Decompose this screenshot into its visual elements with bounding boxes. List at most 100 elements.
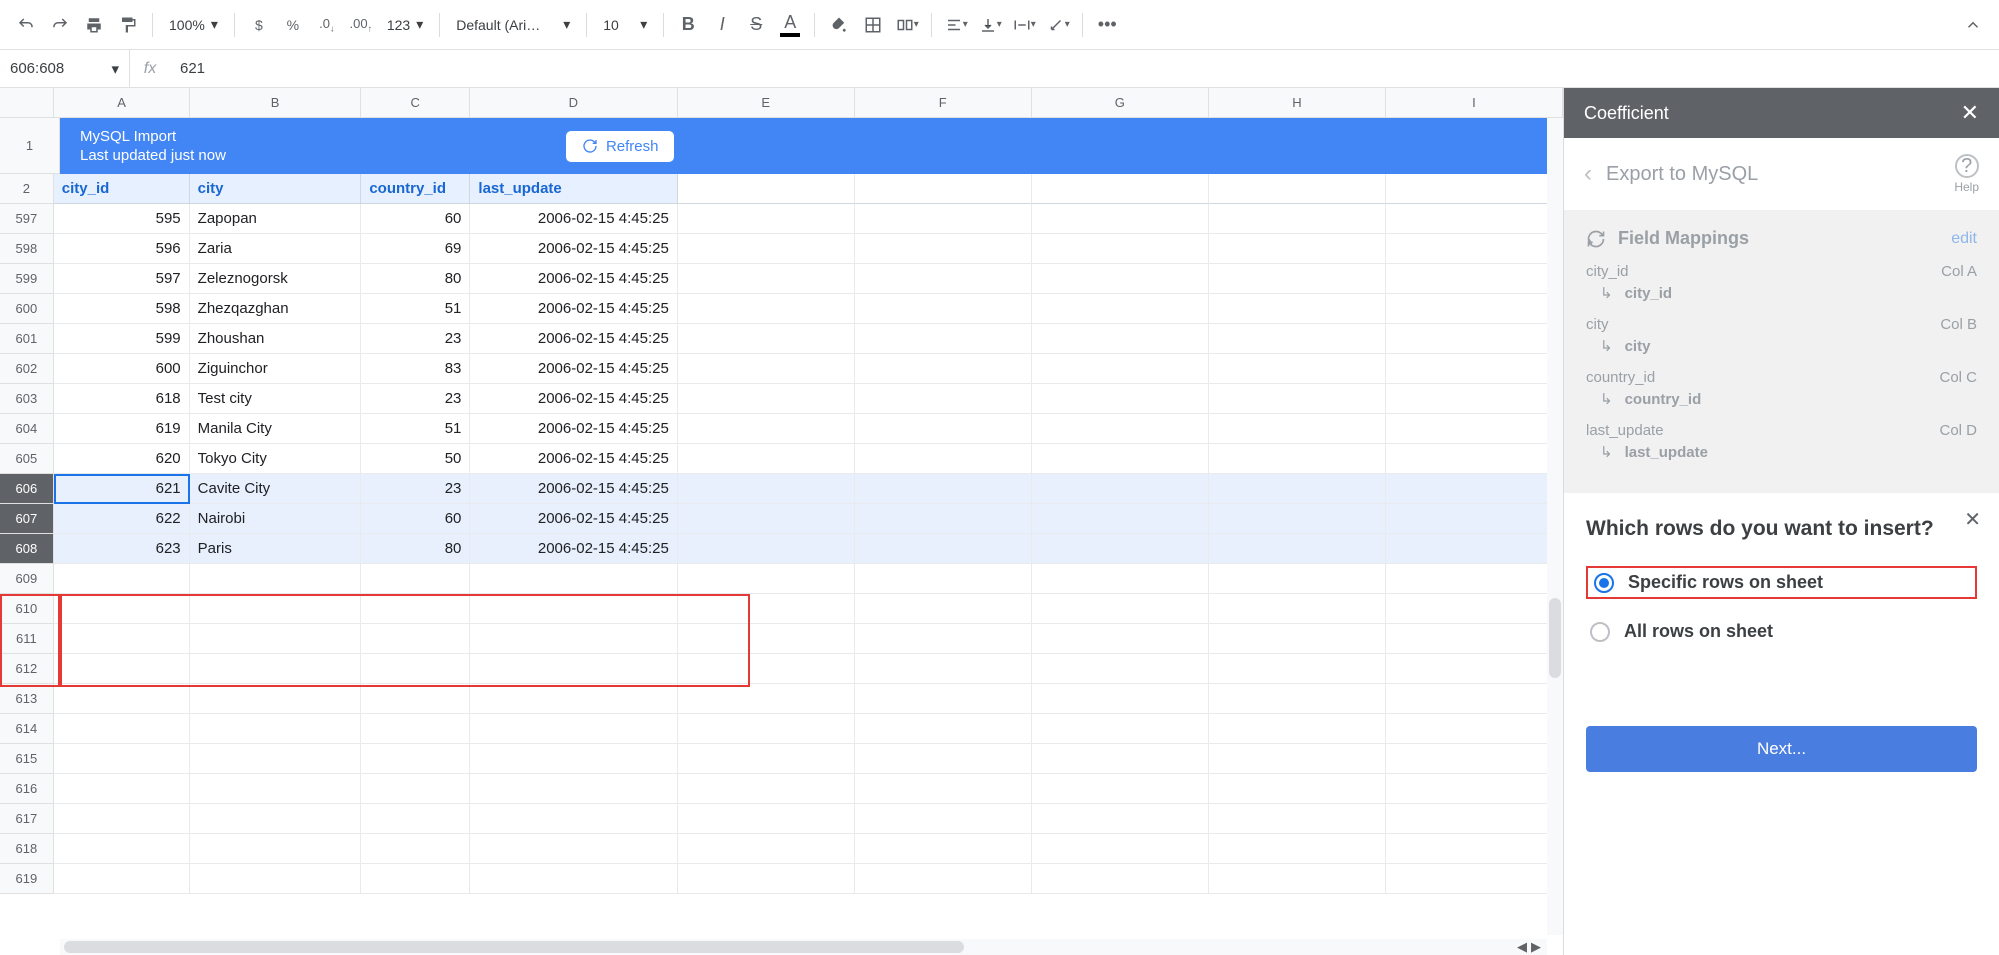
cell[interactable]	[1386, 804, 1563, 834]
cell[interactable]: 2006-02-15 4:45:25	[470, 264, 677, 294]
select-all-corner[interactable]	[0, 88, 54, 117]
cell[interactable]	[1209, 834, 1386, 864]
cell[interactable]	[361, 774, 470, 804]
cell[interactable]: 2006-02-15 4:45:25	[470, 384, 677, 414]
percent-button[interactable]: %	[277, 9, 309, 41]
italic-button[interactable]: I	[706, 9, 738, 41]
cell[interactable]	[470, 594, 677, 624]
decrease-decimal-button[interactable]: .0↓	[311, 9, 343, 41]
cell[interactable]	[54, 594, 190, 624]
scrollbar-horizontal[interactable]: ◀▶	[60, 939, 1547, 955]
cell[interactable]	[54, 624, 190, 654]
row-header-1[interactable]: 1	[0, 118, 60, 174]
cell[interactable]	[1032, 534, 1209, 564]
cell[interactable]	[678, 354, 855, 384]
cell[interactable]	[361, 744, 470, 774]
cell[interactable]	[1386, 714, 1563, 744]
cell[interactable]	[54, 804, 190, 834]
cell[interactable]	[855, 864, 1032, 894]
cell[interactable]	[361, 864, 470, 894]
cell[interactable]: 51	[361, 414, 470, 444]
cell[interactable]	[470, 774, 677, 804]
cell[interactable]	[855, 414, 1032, 444]
cell[interactable]	[855, 714, 1032, 744]
cell[interactable]	[1386, 834, 1563, 864]
cell[interactable]: 2006-02-15 4:45:25	[470, 294, 677, 324]
row-header[interactable]: 614	[0, 714, 54, 744]
cell[interactable]	[1386, 414, 1563, 444]
redo-button[interactable]	[44, 9, 76, 41]
cell[interactable]	[1032, 504, 1209, 534]
cell[interactable]	[1386, 234, 1563, 264]
row-header[interactable]: 597	[0, 204, 54, 234]
row-header[interactable]: 605	[0, 444, 54, 474]
currency-button[interactable]: $	[243, 9, 275, 41]
cell[interactable]	[470, 684, 677, 714]
cell[interactable]: 2006-02-15 4:45:25	[470, 474, 677, 504]
row-header[interactable]: 604	[0, 414, 54, 444]
cell[interactable]	[1209, 714, 1386, 744]
cell[interactable]	[1209, 534, 1386, 564]
cell[interactable]: 2006-02-15 4:45:25	[470, 504, 677, 534]
cell[interactable]: 83	[361, 354, 470, 384]
cell[interactable]	[190, 804, 362, 834]
cell[interactable]	[855, 234, 1032, 264]
undo-button[interactable]	[10, 9, 42, 41]
cell[interactable]	[54, 714, 190, 744]
cell[interactable]	[54, 654, 190, 684]
help-button[interactable]: ?Help	[1954, 154, 1979, 194]
cell[interactable]	[1209, 864, 1386, 894]
cell[interactable]: 23	[361, 384, 470, 414]
fill-color-button[interactable]	[823, 9, 855, 41]
row-header[interactable]: 598	[0, 234, 54, 264]
radio-specific-rows[interactable]: Specific rows on sheet	[1586, 566, 1977, 599]
cell[interactable]	[1209, 174, 1386, 204]
cell[interactable]	[361, 564, 470, 594]
cell[interactable]	[1032, 624, 1209, 654]
cell[interactable]	[470, 804, 677, 834]
row-header[interactable]: 611	[0, 624, 54, 654]
cell[interactable]	[678, 684, 855, 714]
cell[interactable]	[855, 264, 1032, 294]
cell[interactable]	[1386, 534, 1563, 564]
cell[interactable]	[1386, 324, 1563, 354]
cell[interactable]	[678, 774, 855, 804]
borders-button[interactable]	[857, 9, 889, 41]
name-box[interactable]: 606:608▾	[0, 50, 130, 87]
cell[interactable]	[678, 234, 855, 264]
cell[interactable]: 50	[361, 444, 470, 474]
header-last-update[interactable]: last_update	[470, 174, 677, 204]
cell[interactable]	[190, 864, 362, 894]
row-header[interactable]: 600	[0, 294, 54, 324]
cell[interactable]	[1032, 444, 1209, 474]
cell[interactable]: Zaria	[190, 234, 362, 264]
cell[interactable]	[1209, 384, 1386, 414]
cell[interactable]: 595	[54, 204, 190, 234]
col-header-h[interactable]: H	[1209, 88, 1386, 117]
cell[interactable]	[855, 564, 1032, 594]
cell[interactable]	[361, 594, 470, 624]
font-select[interactable]: Default (Ari…▾	[448, 16, 578, 33]
cell[interactable]	[855, 474, 1032, 504]
col-header-f[interactable]: F	[855, 88, 1032, 117]
cell[interactable]: Paris	[190, 534, 362, 564]
cell[interactable]: 69	[361, 234, 470, 264]
cell[interactable]	[855, 684, 1032, 714]
row-header-2[interactable]: 2	[0, 174, 54, 204]
cell[interactable]	[855, 804, 1032, 834]
radio-all-rows[interactable]: All rows on sheet	[1586, 615, 1977, 648]
col-header-b[interactable]: B	[190, 88, 362, 117]
cell[interactable]	[855, 174, 1032, 204]
cell[interactable]: Zhoushan	[190, 324, 362, 354]
cell[interactable]	[1386, 564, 1563, 594]
cell[interactable]	[855, 594, 1032, 624]
cell[interactable]	[1386, 294, 1563, 324]
cell[interactable]	[190, 714, 362, 744]
cell[interactable]	[470, 714, 677, 744]
row-header[interactable]: 601	[0, 324, 54, 354]
cell[interactable]	[678, 384, 855, 414]
cell[interactable]	[1386, 264, 1563, 294]
cell[interactable]: 596	[54, 234, 190, 264]
cell[interactable]	[1386, 204, 1563, 234]
cell[interactable]: 599	[54, 324, 190, 354]
